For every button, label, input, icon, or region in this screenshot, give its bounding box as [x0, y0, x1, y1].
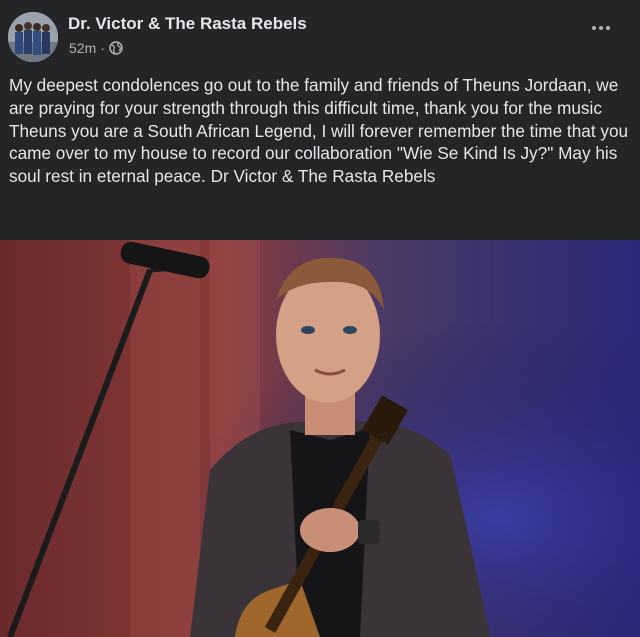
avatar-band-photo: [8, 12, 58, 62]
meta-separator: ·: [100, 40, 105, 56]
post-header: Dr. Victor & The Rasta Rebels 52m ·: [0, 0, 640, 66]
post-meta: 52m ·: [69, 40, 123, 56]
author-name[interactable]: Dr. Victor & The Rasta Rebels: [68, 14, 307, 34]
globe-icon[interactable]: [109, 41, 123, 55]
more-options-icon[interactable]: [592, 26, 610, 30]
author-avatar[interactable]: [8, 12, 58, 62]
concert-photo-image: [0, 240, 640, 637]
post-photo[interactable]: [0, 240, 640, 637]
post-timestamp[interactable]: 52m: [69, 40, 96, 56]
post-text: My deepest condolences go out to the fam…: [9, 75, 629, 187]
